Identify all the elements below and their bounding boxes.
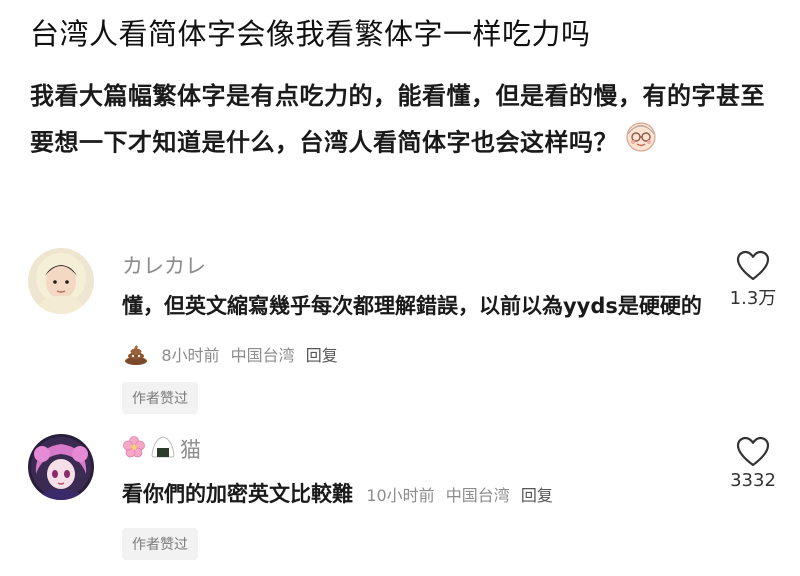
comment-username[interactable]: カレカレ [122, 250, 206, 280]
comment-meta: 8小时前 中国台湾 回复 [161, 346, 337, 365]
avatar[interactable] [28, 248, 94, 314]
like-count: 3332 [730, 470, 776, 491]
post-body: 我看大篇幅繁体字是有点吃力的，能看懂，但是看的慢，有的字甚至要想一下才知道是什么… [30, 74, 770, 168]
poop-emoji-icon [124, 334, 148, 382]
comment-username[interactable]: 猫 [122, 434, 201, 464]
comment-location: 中国台湾 [230, 346, 295, 365]
comment-text: 懂，但英文縮寫幾乎每次都理解錯誤，以前以為yyds是硬硬的 8小时前 中国台湾 … [122, 282, 712, 382]
comment-text-content: 看你們的加密英文比較難 [122, 482, 353, 506]
author-liked-badge: 作者赞过 [122, 382, 198, 414]
comment-location: 中国台湾 [445, 486, 510, 505]
author-liked-badge: 作者赞过 [122, 528, 198, 560]
comment-1: カレカレ 懂，但英文縮寫幾乎每次都理解錯誤，以前以為yyds是硬硬的 8小时前 … [0, 240, 800, 420]
heart-icon[interactable] [716, 436, 790, 468]
comment-meta: 10小时前 中国台湾 回复 [366, 486, 553, 505]
comment-text-content: 懂，但英文縮寫幾乎每次都理解錯誤，以前以為yyds是硬硬的 [122, 294, 702, 318]
heart-icon[interactable] [716, 250, 790, 282]
comment-2: 猫 看你們的加密英文比較難 10小时前 中国台湾 回复 作者赞过 3332 [0, 430, 800, 570]
rice-ball-icon [150, 435, 176, 464]
like-count: 1.3万 [729, 288, 777, 309]
post-title: 台湾人看简体字会像我看繁体字一样吃力吗 [30, 17, 591, 51]
avatar[interactable] [28, 434, 94, 500]
reply-button[interactable]: 回复 [521, 486, 553, 505]
comment-time: 10小时前 [366, 486, 435, 505]
grandma-emoji-icon [624, 119, 658, 168]
comment-username-text: 猫 [180, 438, 201, 462]
comment-time: 8小时前 [161, 346, 220, 365]
reply-button[interactable]: 回复 [306, 346, 338, 365]
cherry-blossom-icon [122, 435, 146, 464]
like-button[interactable]: 3332 [716, 436, 790, 491]
like-button[interactable]: 1.3万 [716, 250, 790, 310]
comment-text: 看你們的加密英文比較難 10小时前 中国台湾 回复 [122, 470, 712, 520]
